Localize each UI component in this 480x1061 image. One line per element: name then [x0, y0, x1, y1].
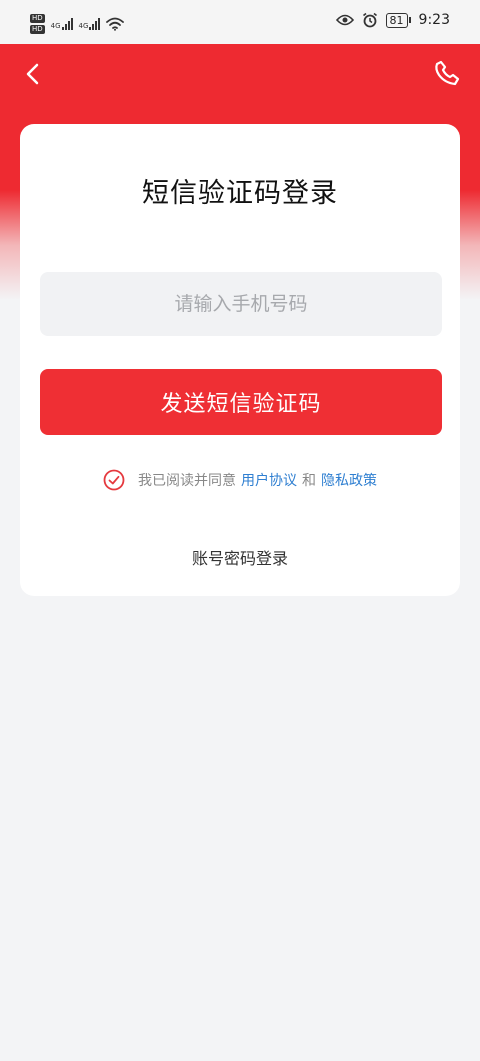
status-left: HD HD 4G 4G — [30, 14, 125, 34]
network-type-label: 4G — [78, 22, 89, 30]
check-circle-icon[interactable] — [103, 469, 125, 491]
clock: 9:23 — [418, 12, 450, 28]
wifi-icon — [106, 17, 125, 31]
chevron-left-icon — [26, 63, 39, 85]
phone-icon — [435, 60, 460, 86]
password-login-link[interactable]: 账号密码登录 — [20, 545, 460, 569]
hd-indicators: HD HD — [30, 14, 45, 34]
battery-tip — [408, 17, 411, 23]
hd-badge: HD — [30, 14, 45, 23]
user-agreement-link[interactable]: 用户协议 — [241, 470, 297, 490]
agreement-text: 我已阅读并同意 — [138, 473, 236, 489]
signal-bars-icon — [61, 18, 73, 30]
signal-2: 4G — [79, 18, 101, 30]
send-sms-code-button[interactable]: 发送短信验证码 — [40, 369, 442, 435]
agreement-row: 我已阅读并同意 用户协议 和 隐私政策 — [20, 469, 460, 491]
status-bar: HD HD 4G 4G 81 9:23 — [0, 0, 480, 44]
hd-badge: HD — [30, 25, 45, 34]
privacy-policy-link[interactable]: 隐私政策 — [321, 470, 377, 490]
network-type-label: 4G — [50, 22, 61, 30]
call-button[interactable] — [432, 58, 462, 88]
back-button[interactable] — [20, 60, 48, 88]
signal-1: 4G — [51, 18, 73, 30]
phone-number-input[interactable] — [40, 272, 442, 336]
alarm-icon — [362, 12, 377, 28]
login-card: 短信验证码登录 发送短信验证码 我已阅读并同意 用户协议 和 隐私政策 账号密码… — [20, 124, 460, 596]
page-title: 短信验证码登录 — [142, 178, 338, 209]
battery-level: 81 — [385, 12, 408, 28]
signal-bars-icon — [89, 18, 101, 30]
eye-icon — [335, 14, 354, 26]
battery-indicator: 81 — [385, 12, 411, 28]
status-right: 81 9:23 — [335, 12, 450, 28]
and-text: 和 — [302, 473, 316, 489]
